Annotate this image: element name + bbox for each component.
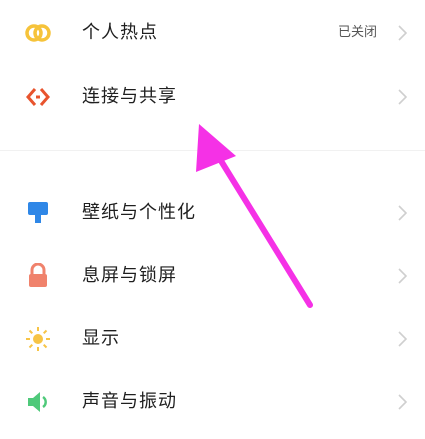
chevron-right-icon — [395, 393, 409, 411]
settings-item-label: 个人热点 — [82, 22, 158, 43]
section-divider — [0, 150, 425, 151]
settings-item-label: 显示 — [82, 328, 120, 349]
display-brightness-icon — [24, 326, 52, 352]
settings-item-sound-vibration[interactable]: 声音与振动 — [0, 377, 425, 427]
settings-item-label: 壁纸与个性化 — [82, 202, 196, 223]
settings-item-personal-hotspot[interactable]: 个人热点 已关闭 — [0, 8, 425, 58]
wallpaper-personalize-icon — [24, 200, 52, 226]
status-text: 已关闭 — [337, 25, 377, 40]
settings-item-wallpaper-personalize[interactable]: 壁纸与个性化 — [0, 188, 425, 238]
hotspot-icon — [24, 20, 52, 46]
settings-item-lock-screen[interactable]: 息屏与锁屏 — [0, 251, 425, 301]
settings-item-label: 连接与共享 — [82, 86, 177, 107]
connection-share-icon — [24, 84, 52, 110]
chevron-right-icon — [395, 330, 409, 348]
settings-item-display[interactable]: 显示 — [0, 314, 425, 364]
chevron-right-icon — [395, 24, 409, 42]
lock-screen-icon — [24, 262, 52, 289]
chevron-right-icon — [395, 267, 409, 285]
chevron-right-icon — [395, 88, 409, 106]
settings-item-label: 声音与振动 — [82, 391, 177, 412]
settings-item-connection-share[interactable]: 连接与共享 — [0, 72, 425, 122]
sound-vibration-icon — [24, 389, 52, 415]
settings-item-label: 息屏与锁屏 — [82, 265, 177, 286]
chevron-right-icon — [395, 204, 409, 222]
